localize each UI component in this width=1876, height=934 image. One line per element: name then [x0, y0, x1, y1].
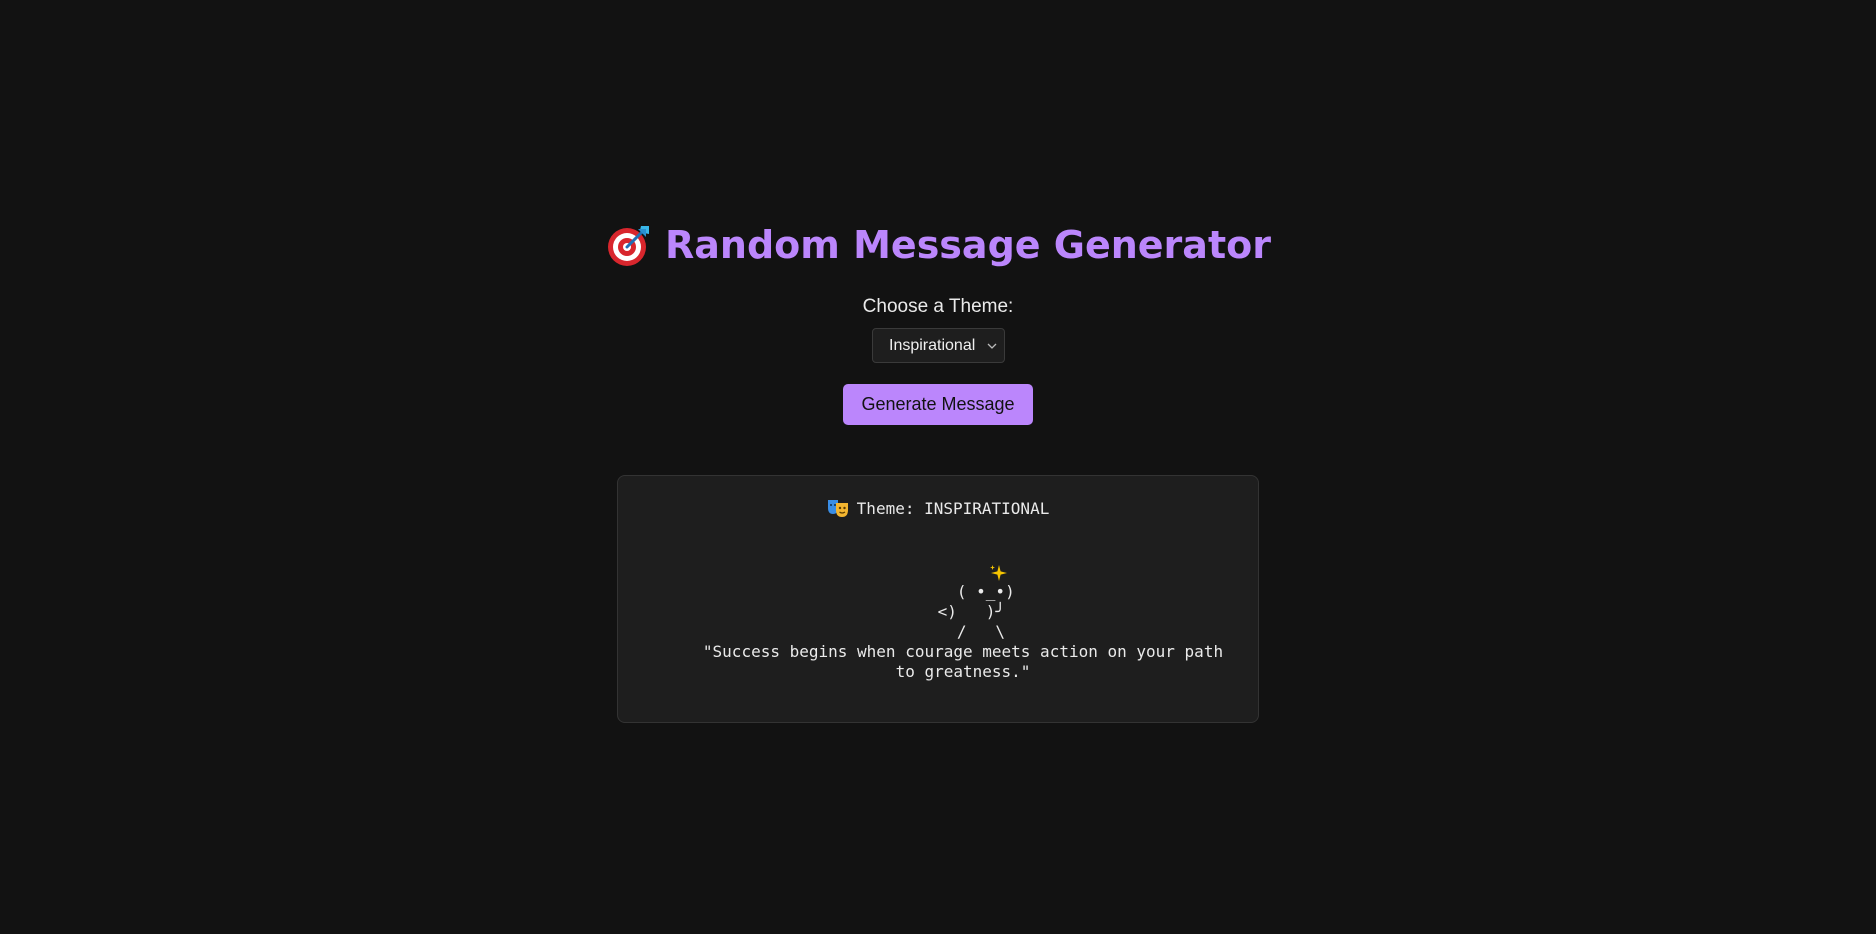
theme-select[interactable]: Inspirational — [872, 328, 1005, 363]
theme-select-value: Inspirational — [889, 336, 976, 354]
page-header: Random Message Generator — [0, 222, 1876, 268]
target-dart-icon — [608, 226, 650, 266]
page: Random Message Generator Choose a Theme:… — [0, 0, 1876, 934]
theme-row: Theme: INSPIRATIONAL — [618, 498, 1258, 518]
theme-label: Choose a Theme: — [862, 296, 1014, 317]
generated-message: "Success begins when courage meets actio… — [702, 642, 1224, 681]
theater-masks-icon — [827, 500, 848, 517]
sparkle-icon — [990, 565, 1007, 581]
ascii-art-block: ( •_•) <) )╯ / \ — [928, 564, 1015, 654]
chevron-down-icon — [987, 343, 997, 349]
ascii-art: ( •_•) <) )╯ / \ — [937, 582, 1015, 641]
generate-message-button[interactable]: Generate Message — [843, 384, 1033, 425]
page-title: Random Message Generator — [665, 223, 1271, 267]
message-card: Theme: INSPIRATIONAL ( •_•) <) )╯ / \ "S… — [617, 475, 1259, 723]
theme-line: Theme: INSPIRATIONAL — [856, 498, 1050, 518]
